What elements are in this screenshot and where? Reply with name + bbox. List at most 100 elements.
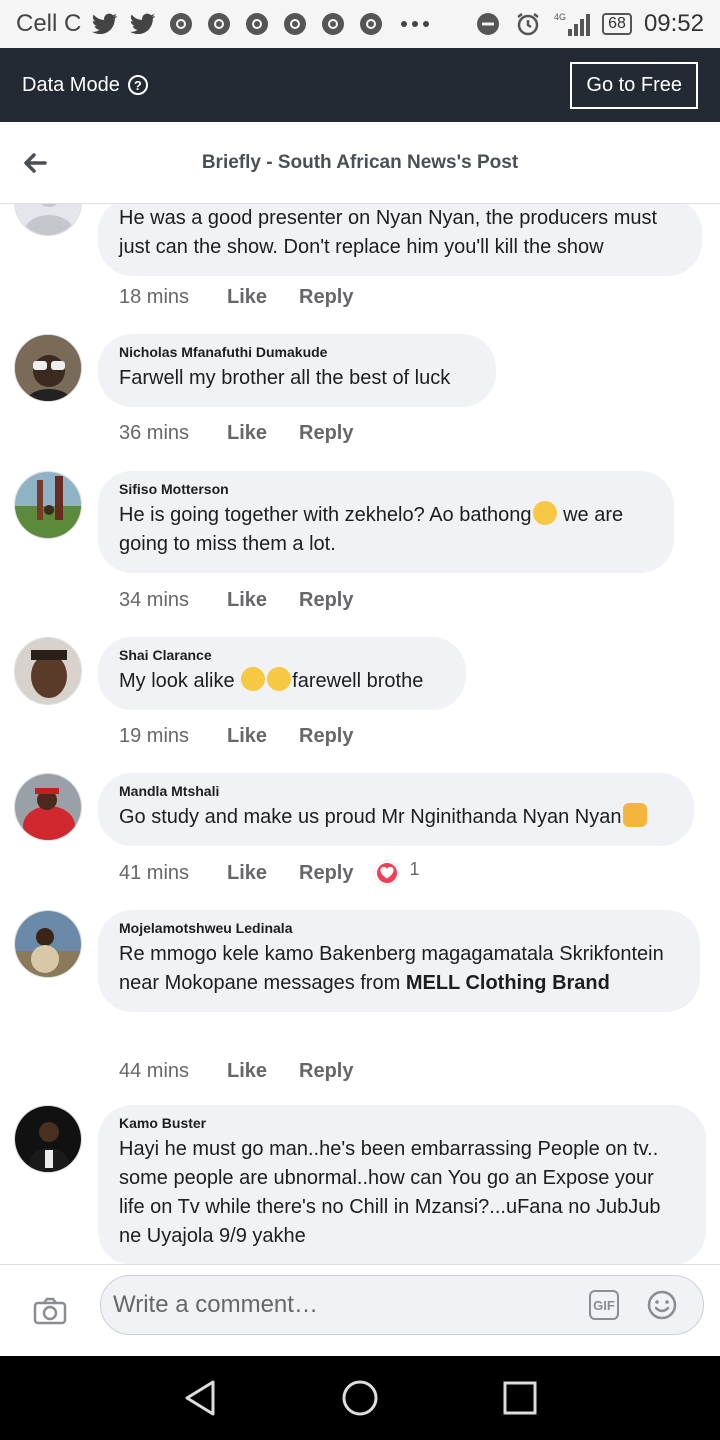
comment-text: He is going together with zekhelo? Ao ba… [119,501,652,559]
alarm-icon [514,10,542,38]
chrome-icon [357,10,385,38]
like-button[interactable]: Like [227,422,299,445]
comment-text-part: My look alike [119,670,241,692]
emoji-picker-icon[interactable] [647,1290,677,1320]
svg-text:4G: 4G [554,12,566,22]
chrome-icon [243,10,271,38]
fist-emoji-icon [622,803,647,827]
data-mode-bar: Data Mode ? Go to Free [0,48,720,122]
comment-meta: 19 mins Like Reply [119,725,353,748]
page-title: Briefly - South African News's Post [201,151,519,173]
comment-text-part: farewell brothe [292,670,424,692]
comment-input-placeholder: Write a comment… [113,1291,318,1318]
reply-button[interactable]: Reply [299,286,353,309]
reaction-summary[interactable]: 1 [375,858,420,885]
status-right: 4G 68 09:52 [474,10,704,38]
comment-author[interactable]: Mojelamotshweu Ledinala [119,920,678,936]
comment-meta: 41 mins Like Reply 1 [119,858,420,885]
recents-nav-icon[interactable] [498,1376,542,1420]
gif-icon[interactable]: GIF [589,1290,619,1320]
go-to-free-button[interactable]: Go to Free [570,61,698,109]
comment-author[interactable]: Shai Clarance [119,647,444,663]
comment-composer: Write a comment… GIF [0,1264,720,1356]
comment-bubble[interactable]: Shai Clarance My look alike farewell bro… [98,637,466,710]
chrome-icon [205,10,233,38]
comment-text-part: He is going together with zekhelo? Ao ba… [119,504,532,526]
chrome-icon [281,10,309,38]
comment-bubble[interactable]: He was a good presenter on Nyan Nyan, th… [98,204,702,276]
avatar[interactable] [14,637,82,705]
like-button[interactable]: Like [227,589,299,612]
comment-meta: 34 mins Like Reply [119,589,353,612]
love-reaction-icon [375,861,400,885]
comment-text: Hayi he must go man..he's been embarrass… [119,1138,661,1247]
comment-text: Re mmogo kele kamo Bakenberg magagamatal… [119,940,678,998]
battery-indicator: 68 [602,13,632,35]
twitter-icon [129,10,157,38]
avatar[interactable] [14,471,82,539]
avatar[interactable] [14,910,82,978]
comment-time: 44 mins [119,1060,190,1082]
comment-meta: 44 mins Like Reply [119,1060,353,1083]
comment-text: Farwell my brother all the best of luck [119,367,451,389]
comments-list[interactable]: He was a good presenter on Nyan Nyan, th… [0,204,720,1264]
camera-icon[interactable] [0,1265,100,1357]
comment-text: He was a good presenter on Nyan Nyan, th… [119,207,658,258]
reply-button[interactable]: Reply [299,422,353,445]
comment-time: 34 mins [119,589,190,611]
like-button[interactable]: Like [227,725,299,748]
reaction-count: 1 [409,858,420,879]
like-button[interactable]: Like [227,862,299,885]
chrome-icon [319,10,347,38]
comment-meta: 18 mins Like Reply [119,286,353,309]
data-mode: Data Mode ? [22,74,148,97]
comment-bubble[interactable]: Kamo Buster Hayi he must go man..he's be… [98,1105,706,1264]
like-button[interactable]: Like [227,1060,299,1083]
comment-bubble[interactable]: Nicholas Mfanafuthi Dumakude Farwell my … [98,334,496,407]
comment-text: My look alike farewell brothe [119,667,444,696]
comment-author[interactable]: Mandla Mtshali [119,783,672,799]
like-button[interactable]: Like [227,286,299,309]
clock: 09:52 [643,10,704,37]
avatar[interactable] [14,1105,82,1173]
astonished-emoji-icon [532,501,557,525]
smiling-emoji-icon [241,667,266,691]
title-bar: Briefly - South African News's Post [0,122,720,204]
comment-time: 18 mins [119,286,190,308]
signal-icon: 4G [554,10,591,38]
status-left: Cell C [16,10,435,38]
reply-button[interactable]: Reply [299,1060,353,1083]
brand-mention[interactable]: MELL Clothing Brand [406,972,610,994]
twitter-icon [91,10,119,38]
data-mode-label: Data Mode [22,73,120,96]
back-nav-icon[interactable] [178,1376,222,1420]
avatar[interactable] [14,334,82,402]
reply-button[interactable]: Reply [299,589,353,612]
carrier-label: Cell C [16,10,82,37]
more-notifications-icon [395,10,435,38]
comment-time: 19 mins [119,725,190,747]
comment-time: 36 mins [119,422,190,444]
comment-author[interactable]: Nicholas Mfanafuthi Dumakude [119,344,474,360]
comment-author[interactable]: Kamo Buster [119,1115,684,1131]
comment-text: Go study and make us proud Mr Nginithand… [119,803,672,832]
status-bar: Cell C 4G 68 09:52 [0,0,720,48]
comment-input[interactable]: Write a comment… GIF [100,1275,704,1335]
comment-bubble[interactable]: Mojelamotshweu Ledinala Re mmogo kele ka… [98,910,700,1012]
system-nav-bar [0,1356,720,1440]
help-icon[interactable]: ? [127,75,148,95]
comment-meta: 36 mins Like Reply [119,422,353,445]
reply-button[interactable]: Reply [299,862,353,885]
comment-bubble[interactable]: Sifiso Motterson He is going together wi… [98,471,674,573]
comment-time: 41 mins [119,861,190,884]
back-arrow-icon[interactable] [0,122,70,204]
do-not-disturb-icon [474,10,502,38]
comment-bubble[interactable]: Mandla Mtshali Go study and make us prou… [98,773,694,846]
avatar[interactable] [14,204,82,236]
comment-text-part: Go study and make us proud Mr Nginithand… [119,806,622,828]
reply-button[interactable]: Reply [299,725,353,748]
chrome-icon [167,10,195,38]
comment-author[interactable]: Sifiso Motterson [119,481,652,497]
avatar[interactable] [14,773,82,841]
home-nav-icon[interactable] [338,1376,382,1420]
